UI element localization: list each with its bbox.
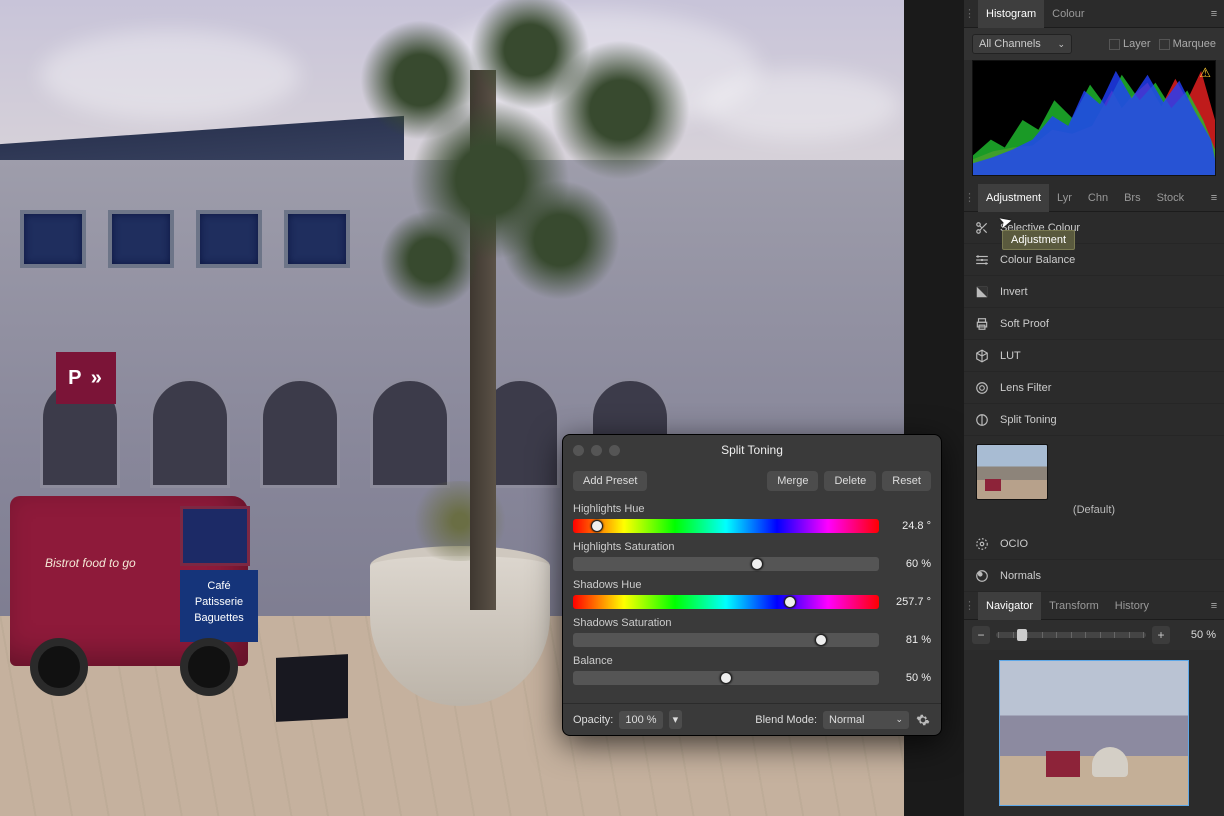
preset-label: (Default) [976, 504, 1212, 516]
split-icon [974, 412, 990, 428]
van-text: Bistrot food to go [45, 556, 165, 570]
balance-label: Balance [573, 655, 931, 667]
zoom-in-button[interactable]: + [1152, 626, 1170, 644]
gear-icon[interactable] [915, 712, 931, 728]
adjustment-panel-tabs: ⋮⋮ Adjustment Lyr Chn Brs Stock ≡ [964, 184, 1224, 212]
shadows_sat-value[interactable]: 81 % [887, 634, 931, 646]
parking-sign: P » [56, 352, 116, 404]
highlights_sat-slider[interactable] [573, 557, 879, 571]
opacity-label: Opacity: [573, 714, 613, 726]
zoom-value[interactable]: 50 % [1176, 629, 1216, 641]
printer-icon [974, 316, 990, 332]
marquee-checkbox[interactable]: Marquee [1159, 38, 1216, 50]
split-toning-preset-area: (Default) [964, 436, 1224, 528]
lens-icon [974, 380, 990, 396]
channel-select[interactable]: All Channels⌄ [972, 34, 1072, 54]
normals-icon [974, 568, 990, 584]
delete-button[interactable]: Delete [824, 471, 876, 491]
layer-checkbox[interactable]: Layer [1109, 38, 1151, 50]
merge-button[interactable]: Merge [767, 471, 818, 491]
navigator-panel-tabs: ⋮⋮ Navigator Transform History ≡ [964, 592, 1224, 620]
blend-mode-label: Blend Mode: [755, 714, 817, 726]
panel-menu-icon[interactable]: ≡ [1204, 192, 1224, 204]
adjustment-item-split-toning[interactable]: Split Toning [964, 404, 1224, 436]
highlights_hue-slider[interactable] [573, 519, 879, 533]
adjustment-item-ocio[interactable]: OCIO [964, 528, 1224, 560]
opacity-stepper-icon[interactable]: ▾ [669, 710, 683, 729]
ocio-icon [974, 536, 990, 552]
blend-mode-select[interactable]: Normal⌄ [823, 711, 909, 729]
add-preset-button[interactable]: Add Preset [573, 471, 647, 491]
highlights_hue-label: Highlights Hue [573, 503, 931, 515]
adjustment-item-soft-proof[interactable]: Soft Proof [964, 308, 1224, 340]
shadows_sat-slider[interactable] [573, 633, 879, 647]
tab-brushes[interactable]: Brs [1116, 184, 1149, 212]
panel-grip-icon[interactable]: ⋮⋮ [964, 7, 978, 20]
panel-menu-icon[interactable]: ≡ [1204, 600, 1224, 612]
tab-adjustment[interactable]: Adjustment [978, 184, 1049, 212]
shadows_hue-label: Shadows Hue [573, 579, 931, 591]
tab-navigator[interactable]: Navigator [978, 592, 1041, 620]
van-menu-board: Café Patisserie Baguettes [180, 570, 258, 642]
dialog-titlebar[interactable]: Split Toning [563, 435, 941, 465]
preset-thumbnail-default[interactable] [976, 444, 1048, 500]
dialog-title: Split Toning [563, 443, 941, 457]
clipping-warning-icon[interactable]: ⚠ [1199, 65, 1211, 81]
navigator-thumbnail[interactable] [999, 660, 1189, 806]
adjustment-item-invert[interactable]: Invert [964, 276, 1224, 308]
shadows_hue-slider[interactable] [573, 595, 879, 609]
shadows_hue-value[interactable]: 257.7 ° [887, 596, 931, 608]
highlights_sat-label: Highlights Saturation [573, 541, 931, 553]
tab-layers[interactable]: Lyr [1049, 184, 1080, 212]
balance-value[interactable]: 50 % [887, 672, 931, 684]
scissors-icon [974, 220, 990, 236]
adjustment-item-lut[interactable]: LUT [964, 340, 1224, 372]
tab-history[interactable]: History [1107, 592, 1157, 620]
panel-grip-icon[interactable]: ⋮⋮ [964, 191, 978, 204]
invert-icon [974, 284, 990, 300]
shadows_sat-label: Shadows Saturation [573, 617, 931, 629]
adjustment-item-lens-filter[interactable]: Lens Filter [964, 372, 1224, 404]
balance-slider[interactable] [573, 671, 879, 685]
panel-grip-icon[interactable]: ⋮⋮ [964, 599, 978, 612]
adjustment-tooltip: Adjustment [1002, 230, 1075, 250]
panel-menu-icon[interactable]: ≡ [1204, 8, 1224, 20]
cube-icon [974, 348, 990, 364]
zoom-slider[interactable] [996, 632, 1146, 638]
right-sidebar: ⋮⋮ Histogram Colour ≡ All Channels⌄ Laye… [964, 0, 1224, 816]
adjustment-item-normals[interactable]: Normals [964, 560, 1224, 592]
histogram-display: ⚠ [972, 60, 1216, 176]
split-toning-dialog: Split Toning Add Preset Merge Delete Res… [562, 434, 942, 736]
highlights_sat-value[interactable]: 60 % [887, 558, 931, 570]
opacity-field[interactable]: 100 % [619, 711, 662, 729]
highlights_hue-value[interactable]: 24.8 ° [887, 520, 931, 532]
tab-transform[interactable]: Transform [1041, 592, 1107, 620]
reset-button[interactable]: Reset [882, 471, 931, 491]
histogram-panel-tabs: ⋮⋮ Histogram Colour ≡ [964, 0, 1224, 28]
tab-histogram[interactable]: Histogram [978, 0, 1044, 28]
tab-colour[interactable]: Colour [1044, 0, 1092, 28]
zoom-out-button[interactable]: − [972, 626, 990, 644]
tab-channels[interactable]: Chn [1080, 184, 1116, 212]
sliders-icon [974, 252, 990, 268]
tab-stock[interactable]: Stock [1149, 184, 1193, 212]
